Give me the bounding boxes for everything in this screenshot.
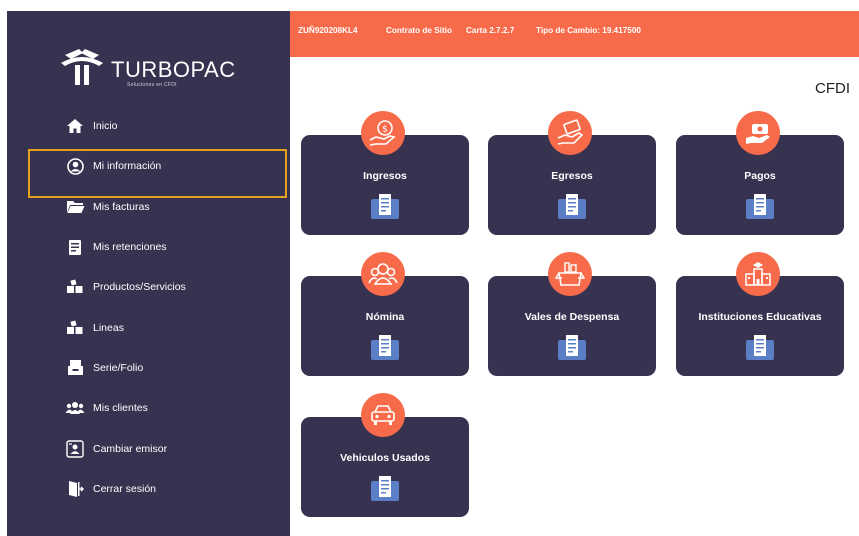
sidebar: TURBOPAC Soluciones en CFDI Inicio Mi in… — [7, 11, 290, 536]
sidebar-item-cerrar-sesion[interactable]: Cerrar sesión — [7, 469, 290, 509]
sidebar-item-mis-retenciones[interactable]: Mis retenciones — [7, 227, 290, 267]
sidebar-item-label: Mis facturas — [93, 200, 150, 213]
logo-tagline: Soluciones en CFDI — [127, 82, 177, 88]
turbopac-logo-icon — [61, 49, 103, 85]
folder-icon — [65, 197, 85, 217]
sidebar-item-serie-folio[interactable]: Serie/Folio — [7, 348, 290, 388]
boxes-icon — [65, 277, 85, 297]
card-nomina[interactable]: Nómina — [301, 252, 469, 376]
sidebar-item-mis-facturas[interactable]: Mis facturas — [7, 187, 290, 227]
sidebar-item-label: Serie/Folio — [93, 361, 144, 374]
svg-text:$: $ — [382, 125, 388, 135]
sidebar-item-productos-servicios[interactable]: Productos/Servicios — [7, 267, 290, 307]
top-info-bar: ZUÑ920208KL4 Contrato de Sitio Carta 2.7… — [290, 11, 859, 57]
rfc-text: ZUÑ920208KL4 — [298, 26, 358, 35]
school-icon — [736, 252, 780, 296]
card-pagos[interactable]: Pagos — [676, 111, 844, 235]
sidebar-item-label: Mis retenciones — [93, 241, 167, 254]
document-icon — [65, 237, 85, 257]
invoice-document-icon — [746, 194, 774, 219]
card-label: Vales de Despensa — [524, 311, 620, 323]
sidebar-item-label: Inicio — [93, 120, 118, 133]
sidebar-item-label: Mi información — [93, 160, 162, 173]
page-title: CFDI — [815, 80, 850, 97]
card-label: Egresos — [551, 170, 593, 182]
users-icon — [65, 398, 85, 418]
boxes-icon — [65, 318, 85, 338]
app-logo[interactable]: TURBOPAC Soluciones en CFDI — [57, 41, 247, 99]
app-root: TURBOPAC Soluciones en CFDI Inicio Mi in… — [0, 0, 859, 536]
sidebar-item-cambiar-emisor[interactable]: Cambiar emisor — [7, 428, 290, 468]
invoice-document-icon — [746, 335, 774, 360]
invoice-document-icon — [558, 335, 586, 360]
money-bag-hand-icon: $ — [361, 111, 405, 155]
sidebar-item-inicio[interactable]: Inicio — [7, 106, 290, 146]
exchange-rate-text: Tipo de Cambio: 19.417500 — [536, 26, 641, 35]
card-vales-de-despensa[interactable]: Vales de Despensa — [488, 252, 656, 376]
card-vehiculos-usados[interactable]: Vehiculos Usados — [301, 393, 469, 517]
invoice-document-icon — [371, 335, 399, 360]
card-label: Instituciones Educativas — [698, 311, 822, 323]
card-egresos[interactable]: Egresos — [488, 111, 656, 235]
version-text: Carta 2.7.2.7 — [466, 26, 515, 35]
sidebar-item-label: Cambiar emisor — [93, 442, 168, 455]
card-label: Vehiculos Usados — [340, 452, 430, 464]
card-label: Ingresos — [363, 170, 407, 182]
sidebar-menu: Inicio Mi información Mis facturas Mis r… — [7, 106, 290, 509]
sidebar-item-label: Cerrar sesión — [93, 482, 157, 495]
user-circle-icon — [65, 156, 85, 176]
contract-text: Contrato de Sitio — [386, 26, 452, 35]
invoice-document-icon — [371, 194, 399, 219]
home-icon — [65, 116, 85, 136]
sidebar-item-mis-clientes[interactable]: Mis clientes — [7, 388, 290, 428]
card-instituciones-educativas[interactable]: Instituciones Educativas — [676, 252, 844, 376]
team-icon — [361, 252, 405, 296]
card-ingresos[interactable]: $ Ingresos — [301, 111, 469, 235]
logo-wordmark: TURBOPAC — [111, 57, 236, 82]
sidebar-item-label: Mis clientes — [93, 402, 148, 415]
car-icon — [361, 393, 405, 437]
invoice-document-icon — [558, 194, 586, 219]
payment-hand-icon — [736, 111, 780, 155]
sidebar-item-mi-informacion[interactable]: Mi información — [7, 146, 290, 199]
file-drawer-icon — [65, 358, 85, 378]
sidebar-item-label: Lineas — [93, 321, 124, 334]
invoice-document-icon — [371, 476, 399, 501]
card-label: Pagos — [744, 170, 776, 182]
grocery-box-icon — [548, 252, 592, 296]
logout-door-icon — [65, 479, 85, 499]
card-label: Nómina — [365, 311, 405, 323]
paying-hand-icon — [548, 111, 592, 155]
switch-user-icon — [65, 439, 85, 459]
sidebar-item-lineas[interactable]: Lineas — [7, 307, 290, 347]
sidebar-item-label: Productos/Servicios — [93, 281, 186, 294]
